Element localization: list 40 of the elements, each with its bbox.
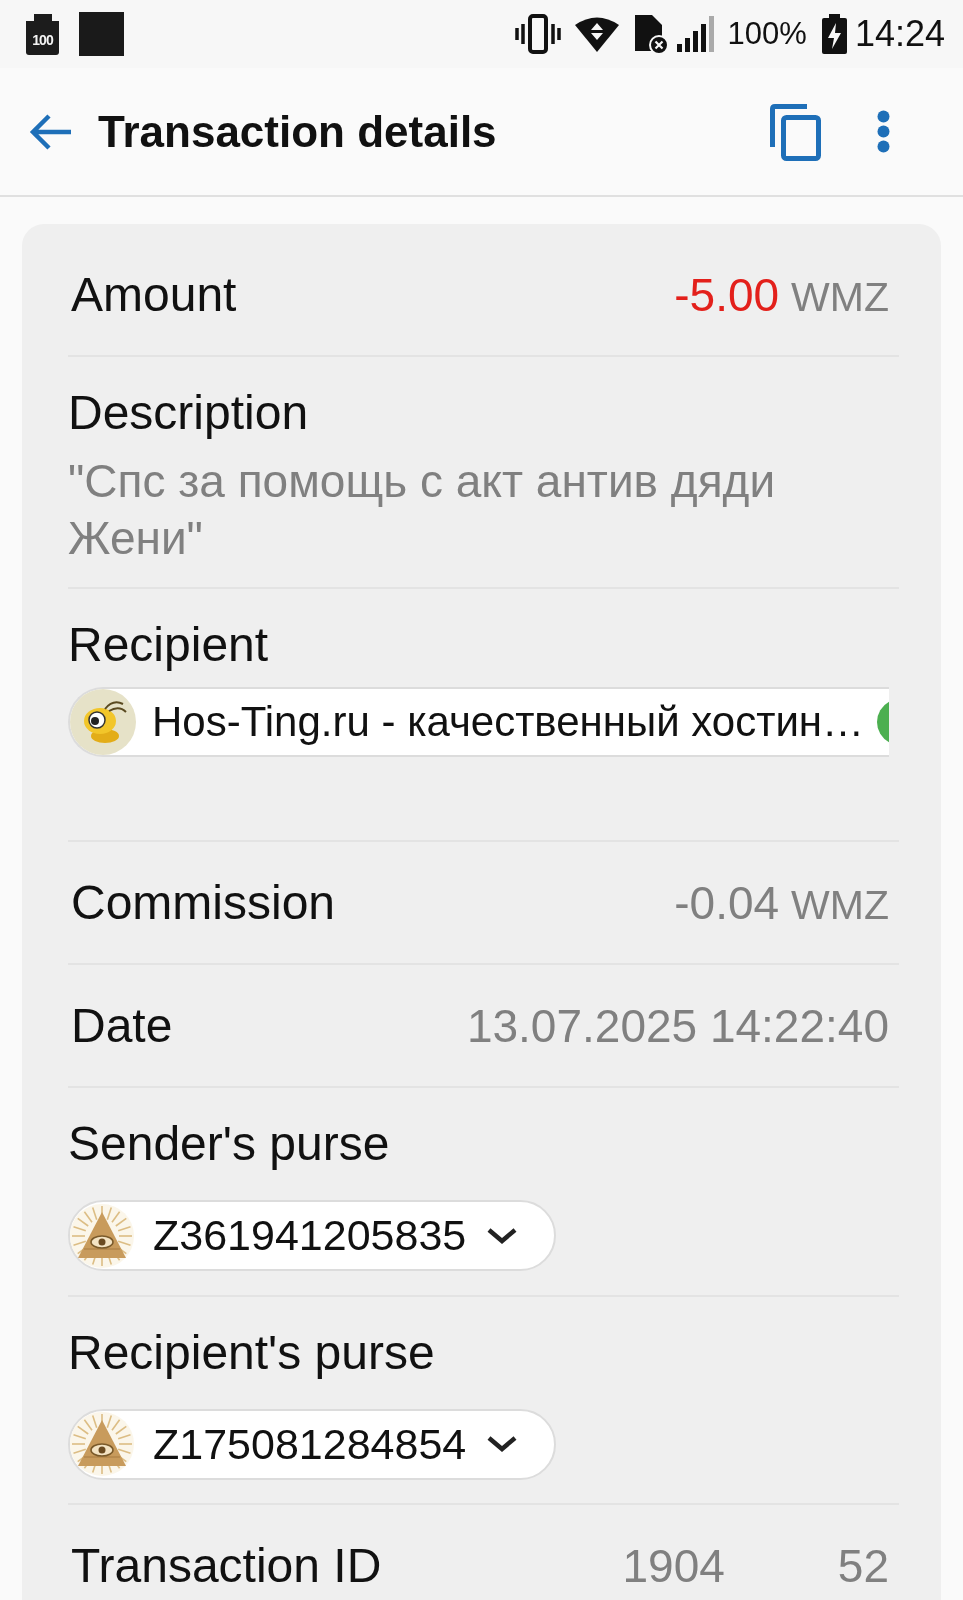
field-label: Sender's purse <box>68 1118 391 1170</box>
description-text: "Спс за помощь с акт антив дяди Жени" <box>68 454 777 566</box>
screen-title: Transaction details <box>98 106 498 157</box>
copy-icon <box>769 102 821 161</box>
field-label: Transaction ID <box>71 1539 382 1592</box>
id-text: 1904 <box>622 1538 725 1593</box>
battery-percent: 100% <box>727 16 807 52</box>
copy-button[interactable] <box>769 102 821 161</box>
field-label: Recipient <box>68 619 270 671</box>
cartoon-avatar-icon <box>70 689 136 755</box>
field-label: Commission <box>71 876 336 929</box>
clock-time: 14:24 <box>854 13 945 55</box>
recipient-chip[interactable]: Hos-Ting.ru - качественный хостин… <box>68 687 889 757</box>
purse-dropdown[interactable]: Z361941205835 <box>68 1200 557 1271</box>
currency-text: WMZ <box>791 881 889 929</box>
amount-text: -0.04 <box>674 875 780 930</box>
currency-text: WMZ <box>791 273 889 321</box>
pyramid-eye-icon <box>70 1411 134 1477</box>
sim-card-icon <box>632 13 669 55</box>
amount-text: -5.00 <box>674 267 780 322</box>
field-label: Date <box>71 999 173 1052</box>
more-button[interactable] <box>877 110 890 153</box>
signal-icon <box>676 16 715 52</box>
chevron-down-icon <box>486 1435 519 1453</box>
vibrate-icon <box>513 14 562 54</box>
more-icon <box>877 110 890 153</box>
square-icon <box>79 12 124 56</box>
id-text: 52 <box>837 1538 889 1593</box>
date-text: 13.07.2025 14:22:40 <box>466 998 889 1053</box>
field-label: Description <box>68 387 310 439</box>
pyramid-eye-icon <box>70 1202 134 1269</box>
chevron-down-icon <box>486 1226 519 1245</box>
wifi-icon <box>574 16 619 52</box>
notification-badge: 100 <box>26 13 59 55</box>
battery-charging-icon <box>821 14 847 54</box>
field-label: Amount <box>71 268 237 321</box>
purse-dropdown[interactable]: Z175081284854 <box>68 1408 557 1480</box>
back-button[interactable] <box>28 112 72 151</box>
back-icon <box>28 112 72 151</box>
field-label: Recipient's purse <box>68 1326 436 1379</box>
